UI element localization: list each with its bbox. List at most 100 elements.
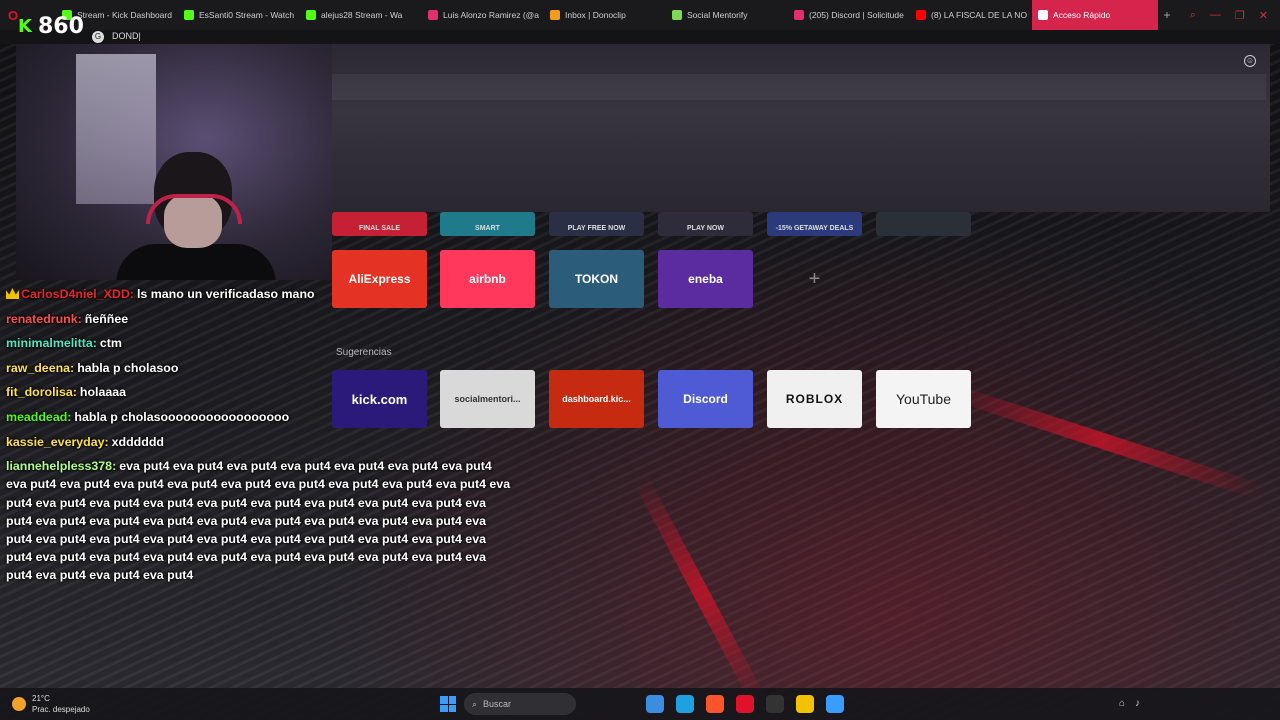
- chat-username: liannehelpless378:: [6, 459, 117, 474]
- taskbar-search-placeholder: Buscar: [483, 699, 512, 709]
- tab-label: Inbox | Donoclip: [565, 10, 626, 20]
- tab-label: Acceso Rápido: [1053, 10, 1111, 20]
- speed-dial-tile[interactable]: FINAL SALE: [332, 212, 427, 236]
- kick-icon: K: [18, 16, 32, 37]
- system-tray[interactable]: ⌂ ♪: [1119, 698, 1140, 709]
- chat-message: raw_deena: habla p cholasoo: [6, 359, 514, 377]
- chat-username: kassie_everyday:: [6, 434, 109, 449]
- chat-text: xdddddd: [111, 434, 164, 449]
- close-icon[interactable]: ✕: [1259, 9, 1268, 22]
- chat-text: eva put4 eva put4 eva put4 eva put4 eva …: [6, 459, 511, 583]
- apps-icon[interactable]: [826, 695, 844, 713]
- tab-favicon-icon: [916, 10, 926, 20]
- window-controls: ⌕ — ❐ ✕: [1190, 9, 1280, 22]
- quick-access-search-panel: ☺: [332, 44, 1270, 212]
- chat-message: CarlosD4niel_XDD: ls mano un verificadaso…: [6, 285, 514, 303]
- browser-tab-bar: O Stream - Kick Dashboard EsSanti0 Stream…: [0, 0, 1280, 30]
- speed-dial-tile[interactable]: [876, 212, 971, 236]
- viewer-count-badge: K 860: [18, 14, 84, 39]
- browser-tab[interactable]: (8) LA FISCAL DE LA NO: [910, 0, 1032, 30]
- new-tab-button[interactable]: +: [1158, 8, 1176, 22]
- chat-username: renatedrunk:: [6, 311, 82, 326]
- browser-tab[interactable]: Inbox | Donoclip: [544, 0, 666, 30]
- streamer-body: [116, 244, 276, 280]
- suggestion-tile[interactable]: ROBLOX: [767, 370, 862, 428]
- quick-access-search-input[interactable]: [332, 74, 1266, 100]
- chat-message: meaddead: habla p cholasooooooooooooooooo: [6, 408, 514, 426]
- chat-text: ctm: [99, 336, 122, 351]
- minimize-icon[interactable]: —: [1210, 9, 1221, 22]
- browser-tab[interactable]: alejus28 Stream - Wa: [300, 0, 422, 30]
- browser-tab[interactable]: (205) Discord | Solicitude: [788, 0, 910, 30]
- volume-icon[interactable]: ♪: [1135, 698, 1140, 709]
- chat-text: habla p cholasooooooooooooooooo: [74, 409, 290, 424]
- headset: [146, 194, 242, 224]
- chat-message: liannehelpless378: eva put4 eva put4 eva …: [6, 457, 514, 584]
- address-bar[interactable]: G DOND|: [0, 30, 1280, 44]
- tab-label: alejus28 Stream - Wa: [321, 10, 403, 20]
- add-speed-dial-button[interactable]: +: [767, 250, 862, 308]
- tab-favicon-icon: [428, 10, 438, 20]
- widgets-icon[interactable]: [646, 695, 664, 713]
- browser-tab[interactable]: Acceso Rápido: [1032, 0, 1158, 30]
- speed-dial-tile[interactable]: -15% GETAWAY DEALS: [767, 212, 862, 236]
- speed-dial-tile[interactable]: TOKON: [549, 250, 644, 308]
- opera-icon[interactable]: [736, 695, 754, 713]
- suggestion-tile[interactable]: dashboard.kic...: [549, 370, 644, 428]
- tab-favicon-icon: [672, 10, 682, 20]
- tab-label: Social Mentorify: [687, 10, 748, 20]
- tab-label: EsSanti0 Stream - Watch: [199, 10, 295, 20]
- stream-chat-overlay: CarlosD4niel_XDD: ls mano un verificadaso…: [6, 285, 514, 591]
- chat-username: minimalmelitta:: [6, 336, 97, 351]
- tab-favicon-icon: [306, 10, 316, 20]
- room-window: [76, 54, 156, 204]
- speed-dial-tile[interactable]: SMART: [440, 212, 535, 236]
- taskbar-search[interactable]: ⌕ Buscar: [464, 693, 576, 715]
- browser-tab[interactable]: Luis Alonzo Ramirez (@a: [422, 0, 544, 30]
- address-input[interactable]: DOND|: [112, 31, 141, 41]
- chat-text: holaaaa: [79, 385, 127, 400]
- windows-taskbar: 21°C Prac. despejado ⌕ Buscar ⌂ ♪: [0, 688, 1280, 720]
- chat-text: habla p cholasoo: [77, 360, 179, 375]
- chat-text: ls mano un verificadaso mano: [136, 287, 315, 301]
- emoji-icon[interactable]: ☺: [1244, 55, 1256, 67]
- chat-username: CarlosD4niel_XDD:: [21, 287, 134, 301]
- weather-condition: Prac. despejado: [32, 705, 90, 714]
- speed-dial-tile[interactable]: PLAY FREE NOW: [549, 212, 644, 236]
- browser-tab[interactable]: Social Mentorify: [666, 0, 788, 30]
- suggestion-tile[interactable]: YouTube: [876, 370, 971, 428]
- maximize-icon[interactable]: ❐: [1235, 9, 1245, 22]
- chat-message: kassie_everyday: xdddddd: [6, 433, 514, 451]
- browser-tab[interactable]: EsSanti0 Stream - Watch: [178, 0, 300, 30]
- start-button[interactable]: [440, 696, 456, 712]
- tab-favicon-icon: [1038, 10, 1048, 20]
- tab-label: Luis Alonzo Ramirez (@a: [443, 10, 540, 20]
- chat-username: fit_dorolisa:: [6, 385, 77, 400]
- chat-message: fit_dorolisa: holaaaa: [6, 383, 514, 401]
- brave-icon[interactable]: [706, 695, 724, 713]
- tab-favicon-icon: [184, 10, 194, 20]
- chat-message: renatedrunk: ñeññee: [6, 310, 514, 328]
- edge-icon[interactable]: [676, 695, 694, 713]
- sun-icon: [12, 697, 26, 711]
- chat-username: meaddead:: [6, 409, 72, 424]
- suggestion-tile[interactable]: Discord: [658, 370, 753, 428]
- tab-label: (205) Discord | Solicitude: [809, 10, 904, 20]
- network-icon[interactable]: ⌂: [1119, 698, 1125, 709]
- obs-icon[interactable]: [766, 695, 784, 713]
- files-icon[interactable]: [796, 695, 814, 713]
- weather-widget[interactable]: 21°C Prac. despejado: [12, 693, 90, 715]
- viewer-count: 860: [37, 14, 84, 39]
- speed-dial-tile[interactable]: PLAY NOW: [658, 212, 753, 236]
- tab-strip: Stream - Kick Dashboard EsSanti0 Stream -…: [56, 0, 1158, 30]
- google-icon: G: [92, 31, 104, 43]
- tab-favicon-icon: [794, 10, 804, 20]
- webcam-overlay: [16, 44, 332, 280]
- search-icon: ⌕: [472, 698, 478, 709]
- chat-message: minimalmelitta: ctm: [6, 334, 514, 352]
- tab-label: Stream - Kick Dashboard: [77, 10, 172, 20]
- tab-label: (8) LA FISCAL DE LA NO: [931, 10, 1028, 20]
- search-tabs-icon[interactable]: ⌕: [1190, 9, 1196, 22]
- chat-username: raw_deena:: [6, 360, 75, 375]
- speed-dial-tile[interactable]: eneba: [658, 250, 753, 308]
